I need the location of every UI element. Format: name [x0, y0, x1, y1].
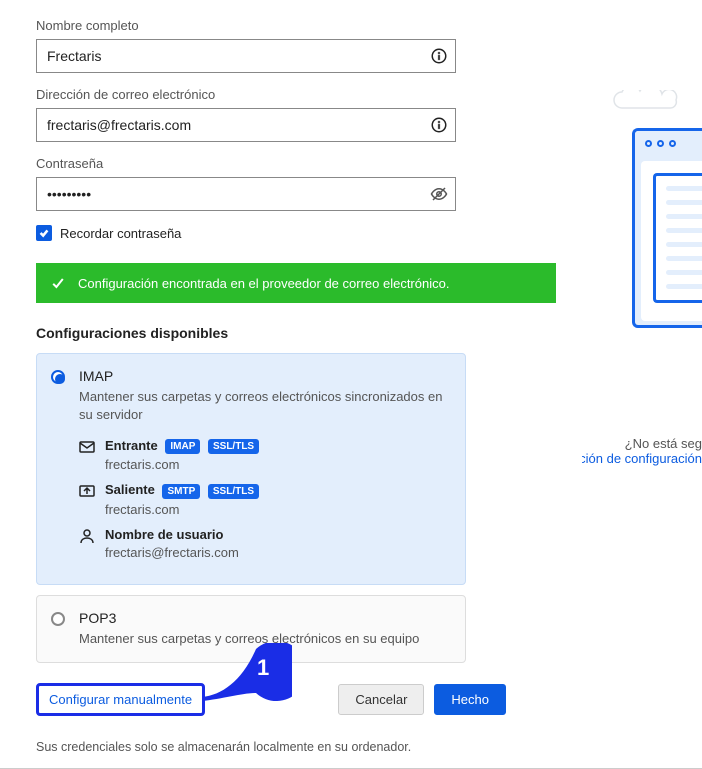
checkbox-checked-icon: [36, 225, 52, 241]
pop3-desc: Mantener sus carpetas y correos electrón…: [79, 630, 451, 648]
footer-note: Sus credenciales solo se almacenarán loc…: [36, 740, 524, 754]
config-option-imap[interactable]: IMAP Mantener sus carpetas y correos ele…: [36, 353, 466, 585]
password-label: Contraseña: [36, 156, 524, 171]
password-input[interactable]: [36, 177, 456, 211]
outgoing-icon: [79, 483, 95, 499]
help-doc-link[interactable]: Documentación de configuración: [582, 451, 702, 466]
browser-illustration: [632, 128, 702, 328]
email-label: Dirección de correo electrónico: [36, 87, 524, 102]
fullname-input[interactable]: [36, 39, 456, 73]
username-label: Nombre de usuario: [105, 527, 223, 542]
eye-off-icon[interactable]: [430, 185, 448, 203]
cancel-button[interactable]: Cancelar: [338, 684, 424, 715]
username-value: frectaris@frectaris.com: [105, 545, 451, 560]
fullname-label: Nombre completo: [36, 18, 524, 33]
smtp-badge: SMTP: [162, 484, 200, 499]
incoming-label: Entrante: [105, 438, 158, 453]
email-input[interactable]: [36, 108, 456, 142]
incoming-host: frectaris.com: [105, 457, 451, 472]
config-option-pop3[interactable]: POP3 Mantener sus carpetas y correos ele…: [36, 595, 466, 663]
outgoing-label: Saliente: [105, 482, 155, 497]
imap-desc: Mantener sus carpetas y correos electrón…: [79, 388, 451, 424]
pop3-title: POP3: [79, 610, 451, 626]
remember-label: Recordar contraseña: [60, 226, 181, 241]
info-icon[interactable]: [430, 116, 448, 134]
radio-selected-icon: [51, 370, 65, 384]
ssl-badge: SSL/TLS: [208, 439, 259, 454]
remember-password-checkbox[interactable]: Recordar contraseña: [36, 225, 524, 241]
help-unsure-text: ¿No está seg: [625, 436, 702, 451]
incoming-icon: [79, 439, 95, 455]
ssl-badge: SSL/TLS: [208, 484, 259, 499]
success-banner: Configuración encontrada en el proveedor…: [36, 263, 556, 303]
configs-title: Configuraciones disponibles: [36, 325, 524, 341]
imap-title: IMAP: [79, 368, 451, 384]
configure-manually-button[interactable]: Configurar manualmente: [36, 683, 205, 716]
cloud-decoration: [612, 90, 692, 110]
done-button[interactable]: Hecho: [434, 684, 506, 715]
info-icon[interactable]: [430, 47, 448, 65]
imap-badge: IMAP: [165, 439, 200, 454]
check-icon: [50, 275, 66, 291]
radio-unselected-icon: [51, 612, 65, 626]
user-icon: [79, 528, 95, 544]
outgoing-host: frectaris.com: [105, 502, 451, 517]
